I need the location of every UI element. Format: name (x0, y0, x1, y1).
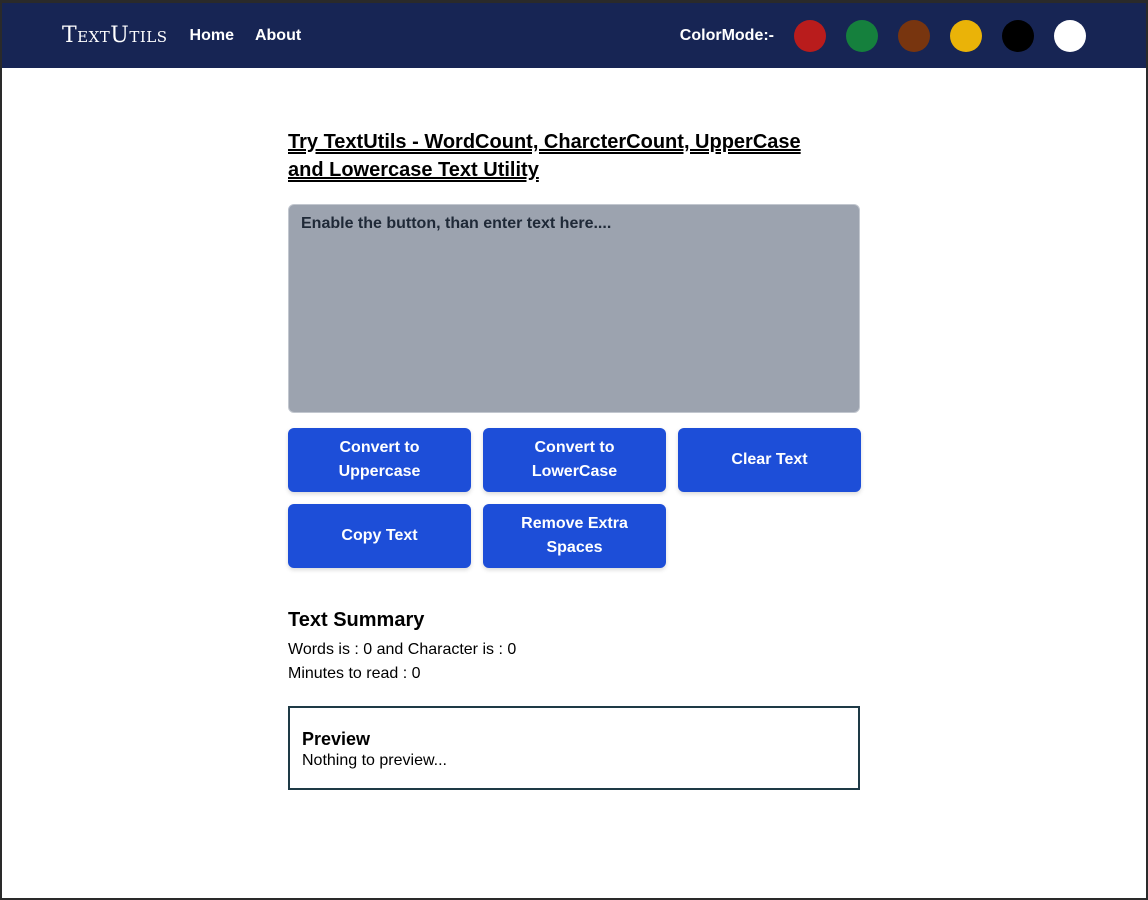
color-swatch-yellow[interactable] (950, 19, 982, 52)
page-title: Try TextUtils - WordCount, CharcterCount… (288, 131, 801, 181)
text-input[interactable] (288, 204, 860, 413)
main-container: Try TextUtils - WordCount, CharcterCount… (288, 128, 861, 790)
color-swatch-brown[interactable] (898, 19, 930, 52)
minutes-to-read: Minutes to read : 0 (288, 665, 421, 682)
navbar: TextUtils Home About ColorMode:- (2, 3, 1146, 68)
nav-link-home[interactable]: Home (190, 27, 234, 45)
copy-text-button[interactable]: Copy Text (288, 504, 471, 568)
lowercase-button[interactable]: Convert to LowerCase (483, 428, 666, 492)
preview-box: Preview Nothing to preview... (288, 706, 860, 790)
nav-link-about[interactable]: About (255, 27, 301, 45)
preview-text: Nothing to preview... (302, 752, 447, 769)
color-mode-label: ColorMode:- (679, 26, 774, 44)
color-swatch-green[interactable] (846, 19, 878, 52)
word-char-count: Words is : 0 and Character is : 0 (288, 641, 517, 658)
remove-extra-spaces-button[interactable]: Remove Extra Spaces (483, 504, 666, 568)
action-buttons: Convert to Uppercase Convert to LowerCas… (288, 428, 861, 568)
color-swatch-black[interactable] (1002, 19, 1034, 52)
brand-logo[interactable]: TextUtils (62, 23, 168, 48)
summary-title: Text Summary (288, 609, 425, 631)
color-swatch-white[interactable] (1054, 19, 1086, 52)
color-swatch-red[interactable] (794, 19, 826, 52)
uppercase-button[interactable]: Convert to Uppercase (288, 428, 471, 492)
preview-title: Preview (302, 729, 371, 749)
clear-text-button[interactable]: Clear Text (678, 428, 861, 492)
